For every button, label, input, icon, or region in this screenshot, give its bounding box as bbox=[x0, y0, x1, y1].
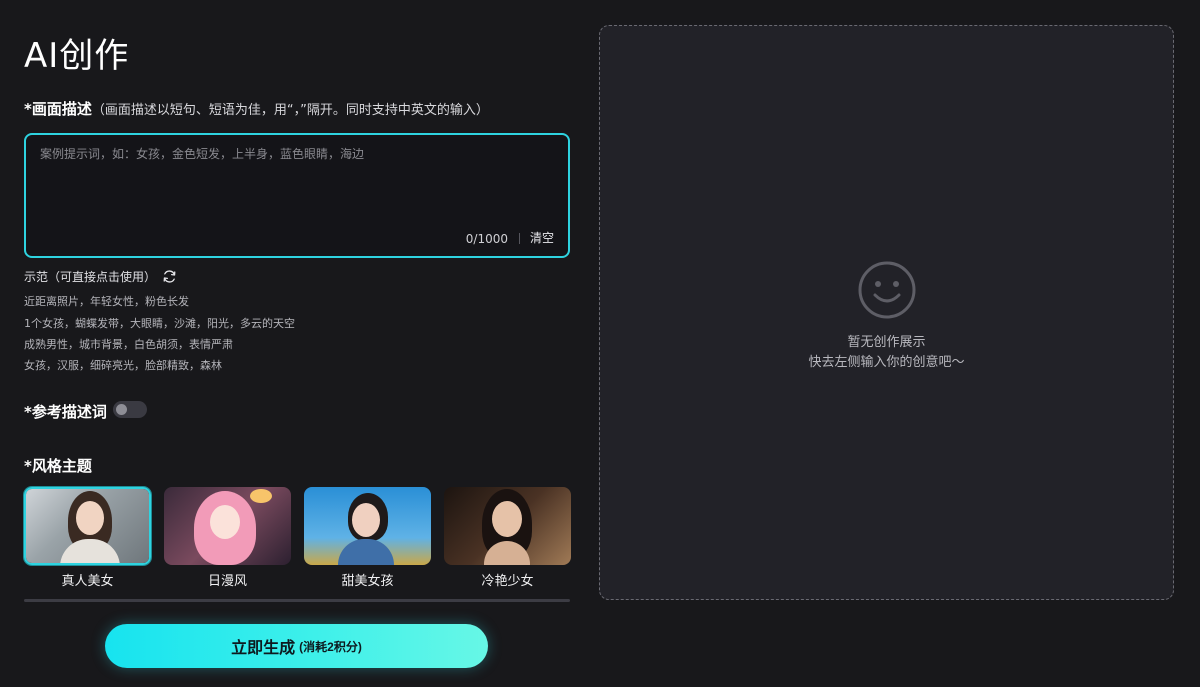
refresh-icon[interactable] bbox=[162, 269, 177, 284]
sweet-girl-thumbnail bbox=[304, 487, 431, 565]
prompt-input[interactable] bbox=[40, 145, 550, 225]
style-card-realistic[interactable] bbox=[24, 487, 151, 565]
reference-label: *参考描述词 bbox=[24, 403, 107, 421]
preview-panel: 暂无创作展示 快去左侧输入你的创意吧～ bbox=[599, 25, 1174, 600]
empty-subtitle: 快去左侧输入你的创意吧～ bbox=[808, 355, 965, 370]
generate-button[interactable]: 立即生成 (消耗2积分) bbox=[105, 624, 488, 668]
page-title: AI创作 bbox=[24, 36, 130, 76]
style-name: 日漫风 bbox=[207, 574, 247, 589]
examples-header: 示范（可直接点击使用） bbox=[24, 268, 177, 285]
example-item[interactable]: 1个女孩，蝴蝶发带，大眼睛，沙滩，阳光，多云的天空 bbox=[24, 315, 295, 331]
prompt-box: 0/1000 清空 bbox=[24, 133, 570, 258]
anime-girl-thumbnail bbox=[164, 487, 291, 565]
style-label: *风格主题 bbox=[24, 457, 92, 475]
style-card-sweet[interactable] bbox=[304, 487, 431, 565]
prompt-section-label: *画面描述（画面描述以短句、短语为佳，用“，”隔开。同时支持中英文的输入） bbox=[24, 98, 489, 119]
toggle-knob bbox=[116, 404, 127, 415]
style-name: 真人美女 bbox=[61, 574, 114, 589]
character-counter: 0/1000 bbox=[465, 232, 508, 246]
example-item[interactable]: 成熟男性，城市背景，白色胡须，表情严肃 bbox=[24, 336, 233, 352]
scroll-divider bbox=[24, 599, 570, 602]
realistic-woman-thumbnail bbox=[26, 489, 149, 563]
empty-title: 暂无创作展示 bbox=[847, 335, 926, 350]
style-card-cool[interactable] bbox=[444, 487, 571, 565]
example-item[interactable]: 近距离照片，年轻女性，粉色长发 bbox=[24, 293, 189, 309]
cool-girl-thumbnail bbox=[444, 487, 571, 565]
reference-toggle[interactable] bbox=[113, 401, 147, 418]
style-name: 甜美女孩 bbox=[341, 574, 394, 589]
clear-button[interactable]: 清空 bbox=[530, 229, 554, 246]
examples-label: 示范（可直接点击使用） bbox=[24, 270, 157, 284]
generate-label: 立即生成 bbox=[231, 640, 296, 657]
smiley-icon bbox=[858, 261, 916, 319]
prompt-hint: （画面描述以短句、短语为佳，用“，”隔开。同时支持中英文的输入） bbox=[91, 103, 489, 118]
style-card-anime[interactable] bbox=[164, 487, 291, 565]
prompt-label: *画面描述 bbox=[24, 100, 92, 118]
generate-cost: (消耗2积分) bbox=[299, 639, 362, 654]
left-panel: AI创作 *画面描述（画面描述以短句、短语为佳，用“，”隔开。同时支持中英文的输… bbox=[24, 0, 571, 687]
example-item[interactable]: 女孩，汉服，细碎亮光，脸部精致，森林 bbox=[24, 357, 222, 373]
counter-divider bbox=[519, 233, 520, 244]
style-name: 冷艳少女 bbox=[481, 574, 534, 589]
